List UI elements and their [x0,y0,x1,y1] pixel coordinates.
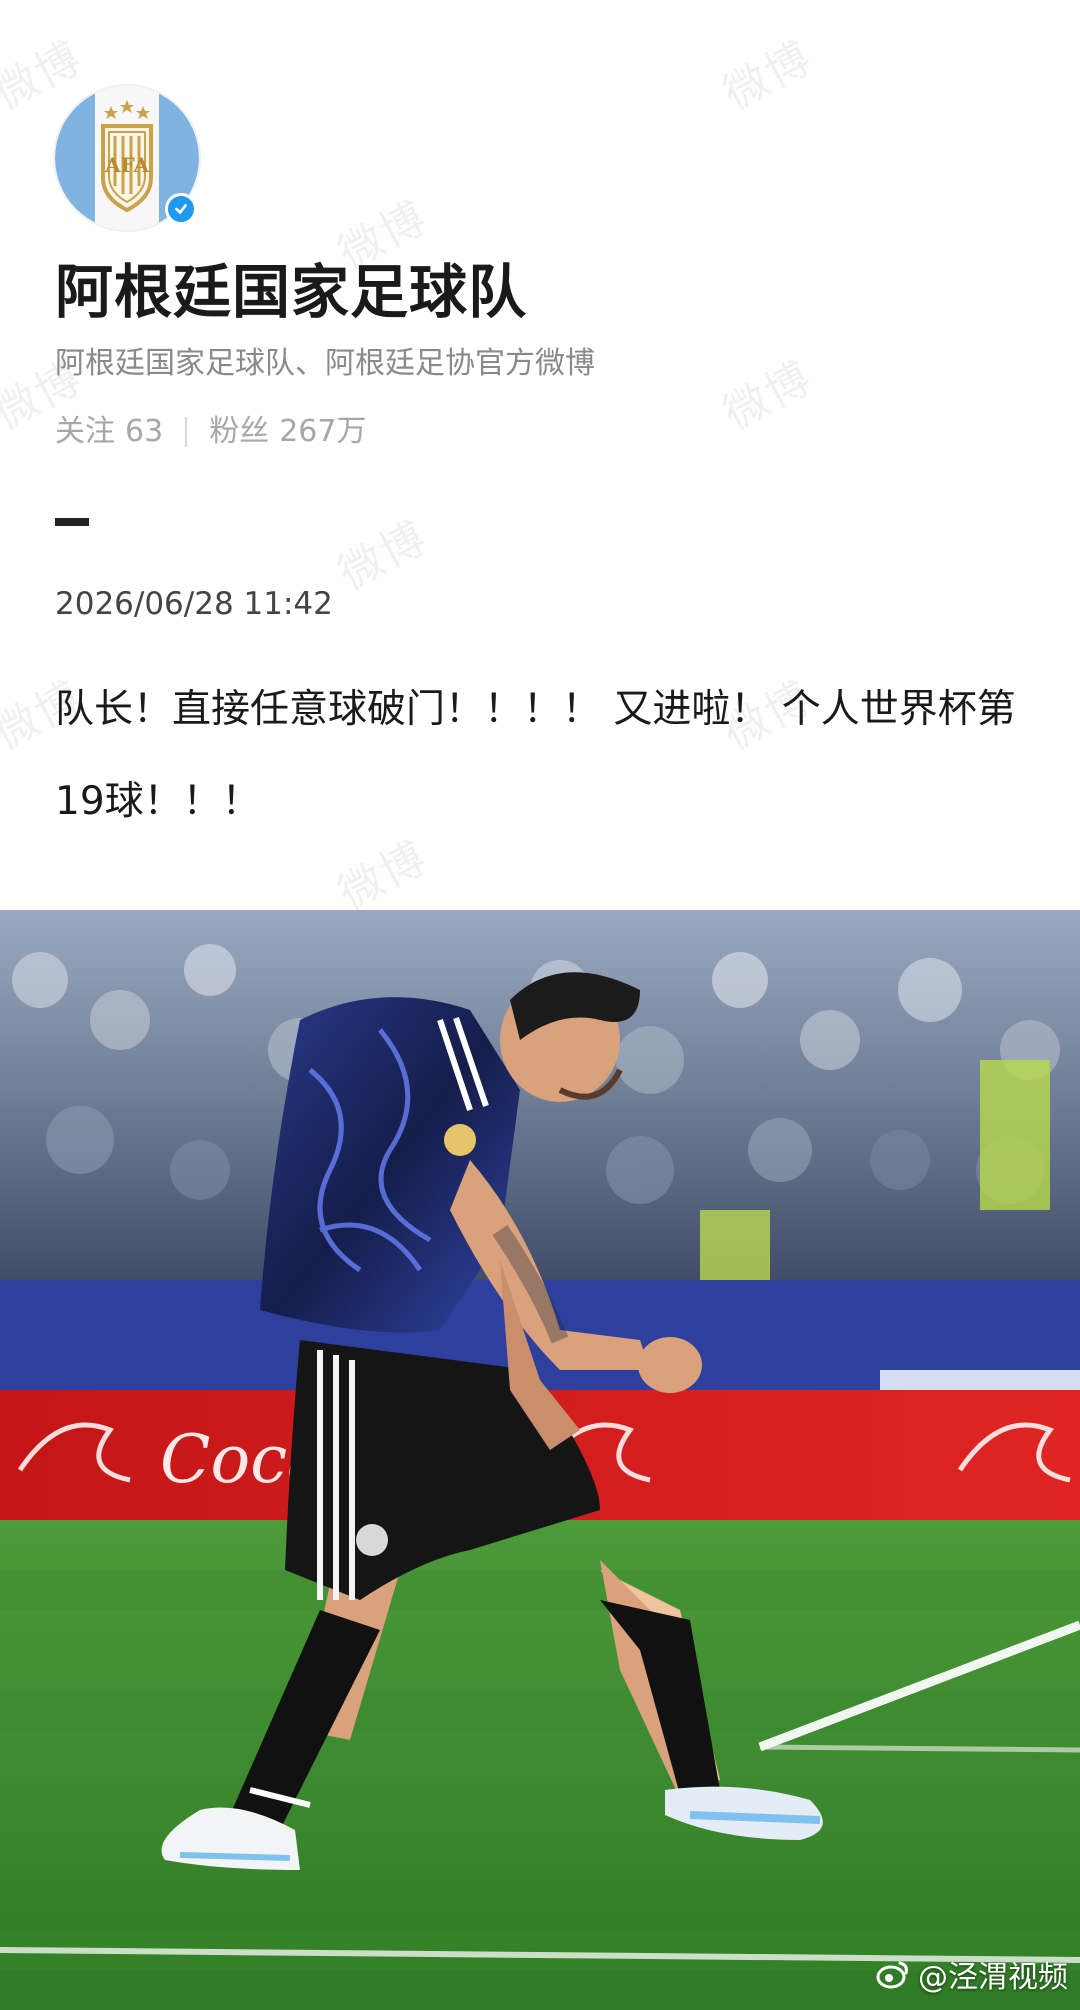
section-divider [55,518,89,526]
celebration-photo: Coca-Cola [0,910,1080,2010]
stats-divider [185,417,188,447]
watermark: 微博 [330,511,436,601]
followers-stat[interactable]: 粉丝 267万 [209,414,366,450]
profile-stats: 关注 63 粉丝 267万 [55,414,366,450]
following-label: 关注 [55,414,115,449]
weibo-icon [876,1961,908,1989]
post-timestamp: 2026/06/28 11:42 [55,586,333,622]
profile-bio: 阿根廷国家足球队、阿根廷足协官方微博 [55,346,595,381]
post-photo[interactable]: Coca-Cola [0,910,1080,2010]
followers-count: 267万 [279,414,367,449]
check-icon [175,204,187,214]
following-stat[interactable]: 关注 63 [55,414,163,450]
following-count: 63 [125,414,164,449]
followers-label: 粉丝 [209,414,270,449]
post-text: 队长！直接任意球破门！！！！ 又进啦！ 个人世界杯第19球！！！ [55,687,1016,824]
svg-text:AFA: AFA [104,153,150,177]
source-tag[interactable]: @泾渭视频 [876,1952,1068,1996]
profile-name[interactable]: 阿根廷国家足球队 [55,258,527,328]
watermark: 微博 [715,351,821,441]
verified-badge [165,193,197,225]
source-tag-label: @泾渭视频 [918,1960,1068,1995]
watermark: 微博 [715,31,821,121]
